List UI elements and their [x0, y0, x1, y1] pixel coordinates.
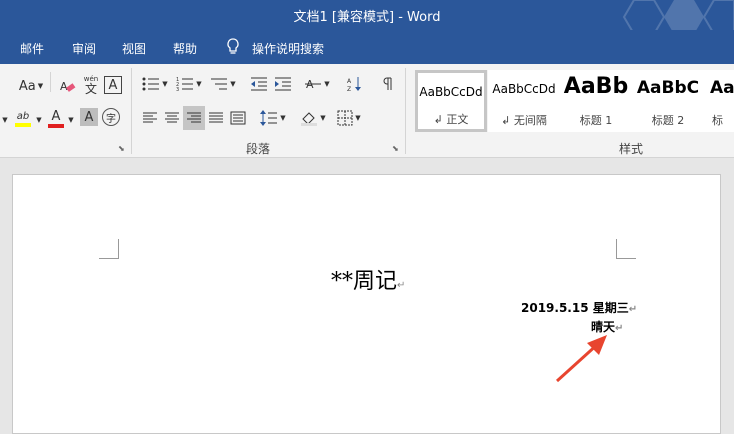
font-color-button[interactable]: A	[46, 106, 66, 132]
date-line[interactable]: 2019.5.15 星期三↵	[521, 299, 637, 316]
decrease-indent-icon[interactable]	[248, 74, 270, 94]
tab-review[interactable]: 审阅	[72, 40, 96, 57]
increase-indent-icon[interactable]	[272, 74, 294, 94]
enclose-char: 字	[106, 113, 116, 125]
window-title: 文档1 [兼容模式] - Word	[293, 10, 441, 25]
pinyin-char: 文	[84, 81, 97, 96]
multilevel-list-icon[interactable]: ▼	[208, 74, 238, 94]
style-name: ↲ 无间隔	[501, 114, 547, 127]
paragraph-mark: ↵	[397, 280, 406, 291]
character-shading-button[interactable]: A	[80, 108, 98, 126]
style-heading-3[interactable]: Aa 标	[704, 70, 734, 132]
title-bar: 文档1 [兼容模式] - Word	[0, 0, 734, 64]
align-center-icon[interactable]	[162, 108, 182, 128]
justify-icon[interactable]	[206, 108, 226, 128]
dropdown-arrow-icon[interactable]: ▼	[0, 110, 10, 130]
tab-mailings[interactable]: 邮件	[20, 40, 44, 57]
paragraph-dialog-launcher-icon[interactable]: ⬊	[392, 144, 399, 153]
enclose-characters-button[interactable]: 字	[102, 108, 120, 126]
character-border-button[interactable]: A	[104, 76, 122, 94]
style-sample: Aa	[710, 78, 734, 98]
align-right-icon[interactable]	[183, 106, 205, 130]
font-color-swatch	[48, 124, 64, 128]
svg-text:Z: Z	[347, 86, 351, 92]
document-page[interactable]: **周记↵ 2019.5.15 星期三↵ 晴天↵	[12, 174, 721, 434]
numbering-icon[interactable]: 1 2 3 ▼	[174, 74, 204, 94]
shading-icon[interactable]: ▼	[298, 108, 328, 128]
font-dialog-launcher-icon[interactable]: ⬊	[118, 144, 125, 153]
ribbon-tabs: 邮件 审阅 视图 帮助 操作说明搜索	[0, 30, 734, 64]
svg-text:A: A	[347, 78, 352, 85]
date-text: 2019.5.15 星期三	[521, 301, 629, 315]
borders-icon[interactable]: ▼	[334, 108, 364, 128]
line-spacing-icon[interactable]: ▼	[258, 108, 288, 128]
highlight-label: ab	[16, 111, 30, 122]
clear-formatting-icon[interactable]: A	[58, 76, 78, 96]
styles-group-label: 样式	[619, 142, 644, 156]
align-left-icon[interactable]	[140, 108, 160, 128]
lightbulb-icon[interactable]	[226, 38, 240, 59]
svg-text:A: A	[60, 80, 68, 93]
border-char: A	[108, 77, 118, 93]
change-case-label: Aa	[18, 78, 36, 94]
style-sample: AaBbC	[636, 78, 700, 98]
show-hide-marks-icon[interactable]	[376, 74, 398, 94]
style-no-spacing[interactable]: AaBbCcDd ↲ 无间隔	[488, 70, 560, 132]
svg-text:3: 3	[176, 87, 179, 92]
dropdown-arrow-icon[interactable]: ▼	[66, 110, 76, 130]
margin-corner-marker	[99, 239, 119, 259]
tab-help[interactable]: 帮助	[173, 40, 197, 57]
style-sample: AaBbCcDd	[492, 82, 556, 96]
style-name: ↲ 正文	[433, 113, 469, 126]
style-name: 标	[712, 114, 723, 127]
style-heading-2[interactable]: AaBbC 标题 2	[632, 70, 704, 132]
bullets-icon[interactable]: ▼	[140, 74, 170, 94]
shading-char: A	[84, 109, 94, 125]
dropdown-arrow-icon[interactable]: ▼	[34, 110, 44, 130]
document-title-text: **周记	[331, 269, 398, 294]
change-case-button[interactable]: Aa ▼	[16, 76, 46, 96]
text-direction-icon[interactable]: A▼	[302, 74, 332, 94]
paragraph-group-label: 段落	[246, 142, 271, 156]
document-area[interactable]: **周记↵ 2019.5.15 星期三↵ 晴天↵	[0, 158, 734, 434]
style-heading-1[interactable]: AaBb 标题 1	[560, 70, 632, 132]
tell-me-search[interactable]: 操作说明搜索	[252, 40, 324, 57]
sort-icon[interactable]: AZ	[344, 74, 366, 94]
margin-corner-marker	[616, 239, 636, 259]
phonetic-guide-button[interactable]: wén 文	[80, 72, 102, 98]
tab-view[interactable]: 视图	[122, 40, 146, 57]
highlight-color-button[interactable]: ab	[12, 106, 34, 132]
red-arrow-annotation	[555, 335, 607, 383]
style-name: 标题 1	[579, 114, 613, 127]
style-sample: AaBb	[563, 74, 629, 99]
style-name: 标题 2	[651, 114, 685, 127]
paragraph-mark: ↵	[628, 304, 638, 315]
style-sample: AaBbCcDd	[419, 85, 483, 99]
highlight-swatch	[15, 123, 31, 127]
document-title[interactable]: **周记↵	[331, 263, 405, 295]
distributed-icon[interactable]	[228, 108, 248, 128]
style-normal[interactable]: AaBbCcDd ↲ 正文	[415, 70, 487, 132]
font-color-label: A	[51, 109, 61, 124]
ribbon: Aa ▼ A wén 文 A ▼ ab ▼ A ▼ A 字 ⬊ ▼ 1 2 3 ▼ ▼	[0, 64, 734, 158]
